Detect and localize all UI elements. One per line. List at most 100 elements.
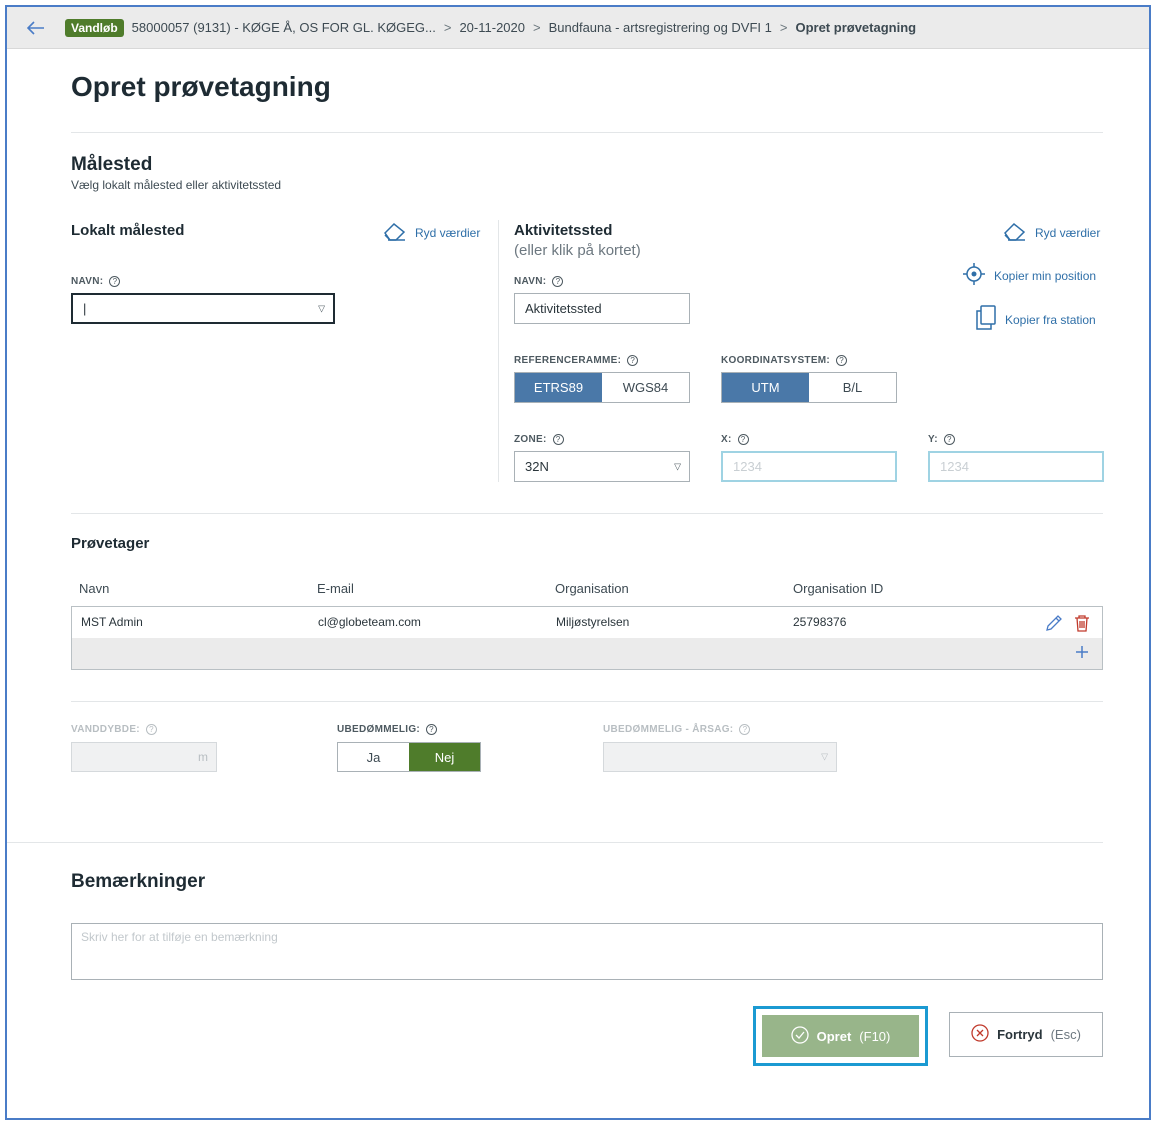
help-icon[interactable]: ? bbox=[943, 434, 955, 445]
aktivitetssted-title: Aktivitetssted bbox=[514, 222, 613, 239]
aktivitet-clear-label: Ryd værdier bbox=[1035, 225, 1101, 240]
ubedommelig-label: UBEDØMMELIG: ? bbox=[337, 724, 438, 735]
breadcrumb: Vandløb 58000057 (9131) - KØGE Å, OS FOR… bbox=[7, 7, 1149, 49]
aktivitet-navn-input[interactable]: Aktivitetssted bbox=[514, 293, 690, 324]
eraser-icon bbox=[383, 221, 407, 244]
section-subtitle-malested: Vælg lokalt målested eller aktivitetsste… bbox=[71, 178, 282, 192]
help-icon[interactable]: ? bbox=[836, 355, 848, 366]
zone-label-text: ZONE: bbox=[514, 434, 547, 445]
vanddybde-input[interactable]: m bbox=[71, 742, 217, 772]
table-row: MST Admin cl@globeteam.com Miljøstyrelse… bbox=[72, 607, 1102, 638]
app-window: Vandløb 58000057 (9131) - KØGE Å, OS FOR… bbox=[5, 5, 1151, 1120]
arsag-select[interactable]: ▽ bbox=[603, 742, 837, 772]
breadcrumb-method[interactable]: Bundfauna - artsregistrering og DVFI 1 bbox=[549, 20, 772, 35]
create-button-highlight: Opret (F10) bbox=[753, 1006, 928, 1066]
y-label-text: Y: bbox=[928, 434, 938, 445]
copy-position-label: Kopier min position bbox=[994, 268, 1097, 283]
dropdown-caret-icon: ▽ bbox=[318, 303, 325, 313]
lokalt-navn-value: | bbox=[83, 301, 87, 316]
help-icon[interactable]: ? bbox=[552, 434, 564, 445]
zone-select[interactable]: 32N ▽ bbox=[514, 451, 690, 482]
help-icon[interactable]: ? bbox=[552, 276, 564, 287]
help-icon[interactable]: ? bbox=[627, 355, 639, 366]
bemaerkninger-placeholder: Skriv her for at tilføje en bemærkning bbox=[81, 930, 278, 944]
koordinatsystem-label-text: KOORDINATSYSTEM: bbox=[721, 355, 831, 366]
copy-position-button[interactable]: Kopier min position bbox=[962, 262, 1096, 289]
create-button[interactable]: Opret (F10) bbox=[762, 1015, 919, 1057]
section-title-malested: Målested bbox=[71, 154, 153, 175]
cell-email: cl@globeteam.com bbox=[318, 615, 421, 629]
referenceramme-toggle: ETRS89 WGS84 bbox=[514, 372, 690, 403]
help-icon: ? bbox=[145, 724, 157, 735]
vanddybde-label: VANDDYBDE: ? bbox=[71, 724, 157, 735]
help-icon[interactable]: ? bbox=[737, 434, 749, 445]
lokalt-navn-label: NAVN: ? bbox=[71, 276, 121, 287]
copy-station-label: Kopier fra station bbox=[1005, 312, 1096, 327]
breadcrumb-current: Opret prøvetagning bbox=[795, 20, 917, 35]
provetager-table: MST Admin cl@globeteam.com Miljøstyrelse… bbox=[71, 606, 1103, 670]
x-label: X: ? bbox=[721, 434, 749, 445]
x-placeholder: 1234 bbox=[733, 459, 762, 474]
koordinatsystem-option-utm[interactable]: UTM bbox=[722, 373, 809, 402]
column-header-organisation-id: Organisation ID bbox=[793, 581, 884, 596]
bemaerkninger-title: Bemærkninger bbox=[71, 871, 206, 892]
plus-icon[interactable] bbox=[1075, 645, 1089, 664]
ubedommelig-option-nej[interactable]: Nej bbox=[409, 743, 480, 771]
breadcrumb-separator: > bbox=[779, 20, 788, 35]
y-coordinate-input[interactable]: 1234 bbox=[928, 451, 1104, 482]
help-icon[interactable]: ? bbox=[426, 724, 438, 735]
eraser-icon bbox=[1003, 221, 1027, 244]
koordinatsystem-option-bl[interactable]: B/L bbox=[809, 373, 896, 402]
domain-badge: Vandløb bbox=[65, 18, 124, 37]
aktivitet-navn-label-text: NAVN: bbox=[514, 276, 547, 287]
referenceramme-label-text: REFERENCERAMME: bbox=[514, 355, 622, 366]
breadcrumb-separator: > bbox=[443, 20, 452, 35]
aktivitetssted-subtitle: (eller klik på kortet) bbox=[514, 242, 641, 259]
referenceramme-option-etrs89[interactable]: ETRS89 bbox=[515, 373, 602, 402]
aktivitet-clear-button[interactable]: Ryd værdier bbox=[1003, 221, 1100, 244]
x-coordinate-input[interactable]: 1234 bbox=[721, 451, 897, 482]
breadcrumb-station[interactable]: 58000057 (9131) - KØGE Å, OS FOR GL. KØG… bbox=[132, 20, 436, 35]
y-placeholder: 1234 bbox=[940, 459, 969, 474]
dropdown-caret-icon: ▽ bbox=[674, 461, 681, 471]
aktivitet-navn-value: Aktivitetssted bbox=[525, 301, 602, 316]
breadcrumb-separator: > bbox=[533, 20, 541, 35]
vanddybde-unit: m bbox=[198, 750, 208, 764]
copy-station-button[interactable]: Kopier fra station bbox=[975, 305, 1096, 334]
aktivitet-navn-label: NAVN: ? bbox=[514, 276, 564, 287]
divider bbox=[71, 701, 1103, 702]
divider bbox=[71, 132, 1103, 133]
bemaerkninger-textarea[interactable]: Skriv her for at tilføje en bemærkning bbox=[71, 923, 1103, 980]
page-title: Opret prøvetagning bbox=[71, 71, 331, 102]
lokalt-clear-button[interactable]: Ryd værdier bbox=[383, 221, 480, 244]
lokalt-navn-select[interactable]: | ▽ bbox=[71, 293, 335, 324]
crosshair-icon bbox=[962, 262, 986, 289]
column-header-navn: Navn bbox=[79, 581, 110, 596]
copy-icon bbox=[975, 305, 997, 334]
lokalt-navn-label-text: NAVN: bbox=[71, 276, 104, 287]
help-icon[interactable]: ? bbox=[109, 276, 121, 287]
trash-icon[interactable] bbox=[1074, 614, 1090, 637]
koordinatsystem-toggle: UTM B/L bbox=[721, 372, 897, 403]
breadcrumb-date[interactable]: 20-11-2020 bbox=[459, 20, 525, 35]
ubedommelig-toggle: Ja Nej bbox=[337, 742, 481, 772]
help-icon: ? bbox=[739, 724, 751, 735]
column-header-email: E-mail bbox=[317, 581, 354, 596]
arsag-label-text: UBEDØMMELIG - ÅRSAG: bbox=[603, 724, 734, 735]
pencil-icon[interactable] bbox=[1045, 614, 1063, 637]
column-divider bbox=[498, 220, 499, 482]
divider bbox=[7, 842, 1103, 843]
check-circle-icon bbox=[790, 1025, 809, 1047]
koordinatsystem-label: KOORDINATSYSTEM: ? bbox=[721, 355, 848, 366]
zone-value: 32N bbox=[525, 459, 549, 474]
ubedommelig-option-ja[interactable]: Ja bbox=[338, 743, 409, 771]
zone-label: ZONE: ? bbox=[514, 434, 564, 445]
cancel-button[interactable]: Fortryd (Esc) bbox=[949, 1012, 1103, 1057]
back-arrow-icon[interactable] bbox=[7, 15, 65, 41]
cell-org-id: 25798376 bbox=[793, 615, 847, 629]
cancel-button-label: Fortryd bbox=[997, 1027, 1043, 1042]
arsag-label: UBEDØMMELIG - ÅRSAG: ? bbox=[603, 724, 751, 735]
referenceramme-option-wgs84[interactable]: WGS84 bbox=[602, 373, 689, 402]
column-header-organisation: Organisation bbox=[555, 581, 629, 596]
x-label-text: X: bbox=[721, 434, 732, 445]
